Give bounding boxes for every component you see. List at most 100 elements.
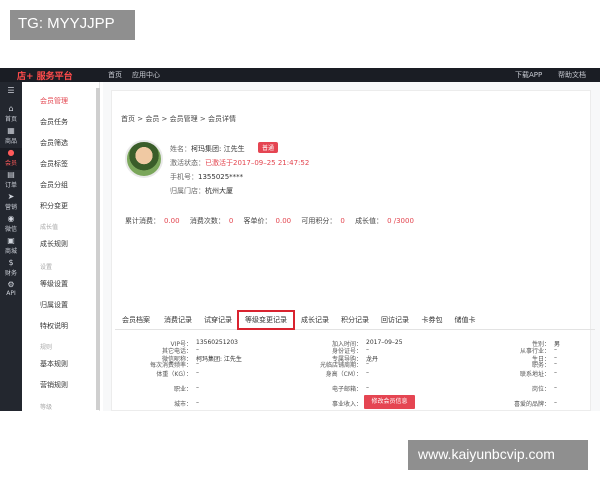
field-label: 生日： [531,356,550,363]
rail-home[interactable]: ⌂ 首页 [0,104,22,126]
store-value: 杭州大厦 [205,187,233,195]
rail-label: 会员 [4,160,17,167]
subnav-level-settings[interactable]: 等级设置 [22,275,99,293]
phone-label: 手机号： [170,173,198,181]
stat-total-spend: 0.00 [164,217,180,225]
profile-status: 激活状态：已激活于2017–09–25 21:47:52 [170,158,309,168]
rail-label: 商城 [4,248,17,255]
watermark-top-left: TG: MYYJJPP [10,10,135,40]
breadcrumb[interactable]: 首页 > 会员 > 会员管理 > 会员详情 [121,114,236,124]
nav-home[interactable]: 首页 [108,70,122,80]
member-stats: 累计消费： 0.00 消费次数： 0 客单价： 0.00 可用积分： 0 成长值： 0 /… [125,216,422,226]
field-label: 城市： [173,401,192,408]
rail-member[interactable]: ● 会员 [0,148,22,170]
rail-order[interactable]: ▤ 订单 [0,170,22,192]
icon-rail: ☰ ⌂ 首页 ▦ 商品 ● 会员 ▤ 订单 ➤ 营销 ◉ 微信 ▣ 商城 $ 财务 ⚙ API [0,82,22,411]
api-icon: ⚙ [7,280,15,289]
phone-value: 1355025**** [198,173,244,181]
field-value: – [196,369,199,376]
rail-label: 营销 [4,204,17,211]
subnav-member-tags[interactable]: 会员标签 [22,155,99,173]
stat-total-spend-label: 累计消费： [125,217,160,225]
subnav-group-settings: 设置 [40,264,53,271]
screenshot-app: 店+ 服务平台 首页 应用中心 下载APP 帮助文档 ☰ ⌂ 首页 ▦ 商品 ● 会员… [0,68,600,411]
tab-member-profile[interactable]: 会员档案 [115,312,157,329]
rail-goods[interactable]: ▦ 商品 [0,126,22,148]
field-label: 事业收入： [331,401,362,408]
field-value: – [196,399,199,406]
stat-avg-ticket-label: 客单价： [243,217,272,225]
field-label: 职业： [173,386,192,393]
subnav-marketing-rules[interactable]: 营销规则 [22,376,99,394]
field-label: 专属导购： [331,356,362,363]
menu-icon: ☰ [7,86,15,95]
subnav-basic-rules[interactable]: 基本规则 [22,355,99,373]
field-label: VIP号： [170,341,193,348]
rail-wechat[interactable]: ◉ 微信 [0,214,22,236]
nav-download-app[interactable]: 下载APP [515,70,542,80]
stat-points: 0 [340,217,345,225]
sidebar-scrollbar[interactable] [96,88,100,410]
field-value: – [366,399,369,406]
field-label: 联系地址： [519,371,550,378]
field-label: 岗位： [531,386,550,393]
field-value: 13560251203 [196,339,238,346]
detail-tabs: 会员档案 消费记录 试穿记录 等级变更记录 成长记录 积分记录 回访记录 卡券包… [115,310,595,330]
wechat-icon: ◉ [7,214,15,223]
tab-stored-value[interactable]: 储值卡 [449,312,481,329]
stat-visits: 0 [228,217,234,225]
field-value: – [554,369,557,376]
rail-api[interactable]: ⚙ API [0,280,22,302]
order-icon: ▤ [7,170,15,179]
field-value: – [366,384,369,391]
subnav-group-rules: 规则 [40,344,53,351]
rail-finance[interactable]: $ 财务 [0,258,22,280]
stat-points-label: 可用积分： [301,217,337,225]
tab-level-change[interactable]: 等级变更记录 [237,310,295,330]
rail-marketing[interactable]: ➤ 营销 [0,192,22,214]
avatar [125,140,163,178]
top-bar: 店+ 服务平台 首页 应用中心 下载APP 帮助文档 [0,68,600,82]
tab-coupons[interactable]: 卡券包 [415,312,449,329]
profile-store: 归属门店：杭州大厦 [170,186,233,196]
field-value: 男 [554,341,561,348]
tab-points[interactable]: 积分记录 [335,312,375,329]
brand-logo: 店+ 服务平台 [17,72,73,82]
member-icon: ● [7,148,15,157]
subnav-member-management[interactable]: 会员管理 [22,92,99,110]
field-value: – [366,369,369,376]
subnav-ownership-settings[interactable]: 归属设置 [22,296,99,314]
nav-help-docs[interactable]: 帮助文档 [558,70,586,80]
name-value: 柯玛集团: 江先生 [191,145,245,153]
level-badge: 普通 [258,142,279,153]
name-label: 姓名： [170,145,191,153]
profile-name: 姓名：柯玛集团: 江先生 [170,144,245,154]
rail-label: API [6,290,16,297]
rail-label: 财务 [4,270,17,277]
subnav-member-tasks[interactable]: 会员任务 [22,113,99,131]
stat-growth-label: 成长值： [355,217,384,225]
field-value: – [554,384,557,391]
subnav-growth-rules[interactable]: 成长规则 [22,235,99,253]
profile-phone: 手机号：1355025**** [170,172,243,182]
tab-try-on[interactable]: 试穿记录 [199,312,237,329]
status-value: 已激活于2017–09–25 21:47:52 [205,159,310,167]
stat-growth: 0 /3000 [387,217,414,225]
subnav-points-change[interactable]: 积分变更 [22,197,99,215]
rail-label: 微信 [4,226,17,233]
subnav-privilege-notes[interactable]: 特权说明 [22,317,99,335]
field-label: 身高（CM）： [325,371,362,378]
home-icon: ⌂ [8,104,14,113]
nav-app-center[interactable]: 应用中心 [132,70,160,80]
subnav-member-filter[interactable]: 会员筛选 [22,134,99,152]
finance-icon: $ [8,258,14,267]
field-label: 电子邮箱： [331,386,362,393]
field-label: 性别： [531,341,550,348]
tab-consumption[interactable]: 消费记录 [157,312,199,329]
tab-growth[interactable]: 成长记录 [295,312,335,329]
tab-revisit[interactable]: 回访记录 [375,312,415,329]
field-value: – [554,399,557,406]
subnav-member-groups[interactable]: 会员分组 [22,176,99,194]
field-value: – [554,354,557,361]
rail-store[interactable]: ▣ 商城 [0,236,22,258]
